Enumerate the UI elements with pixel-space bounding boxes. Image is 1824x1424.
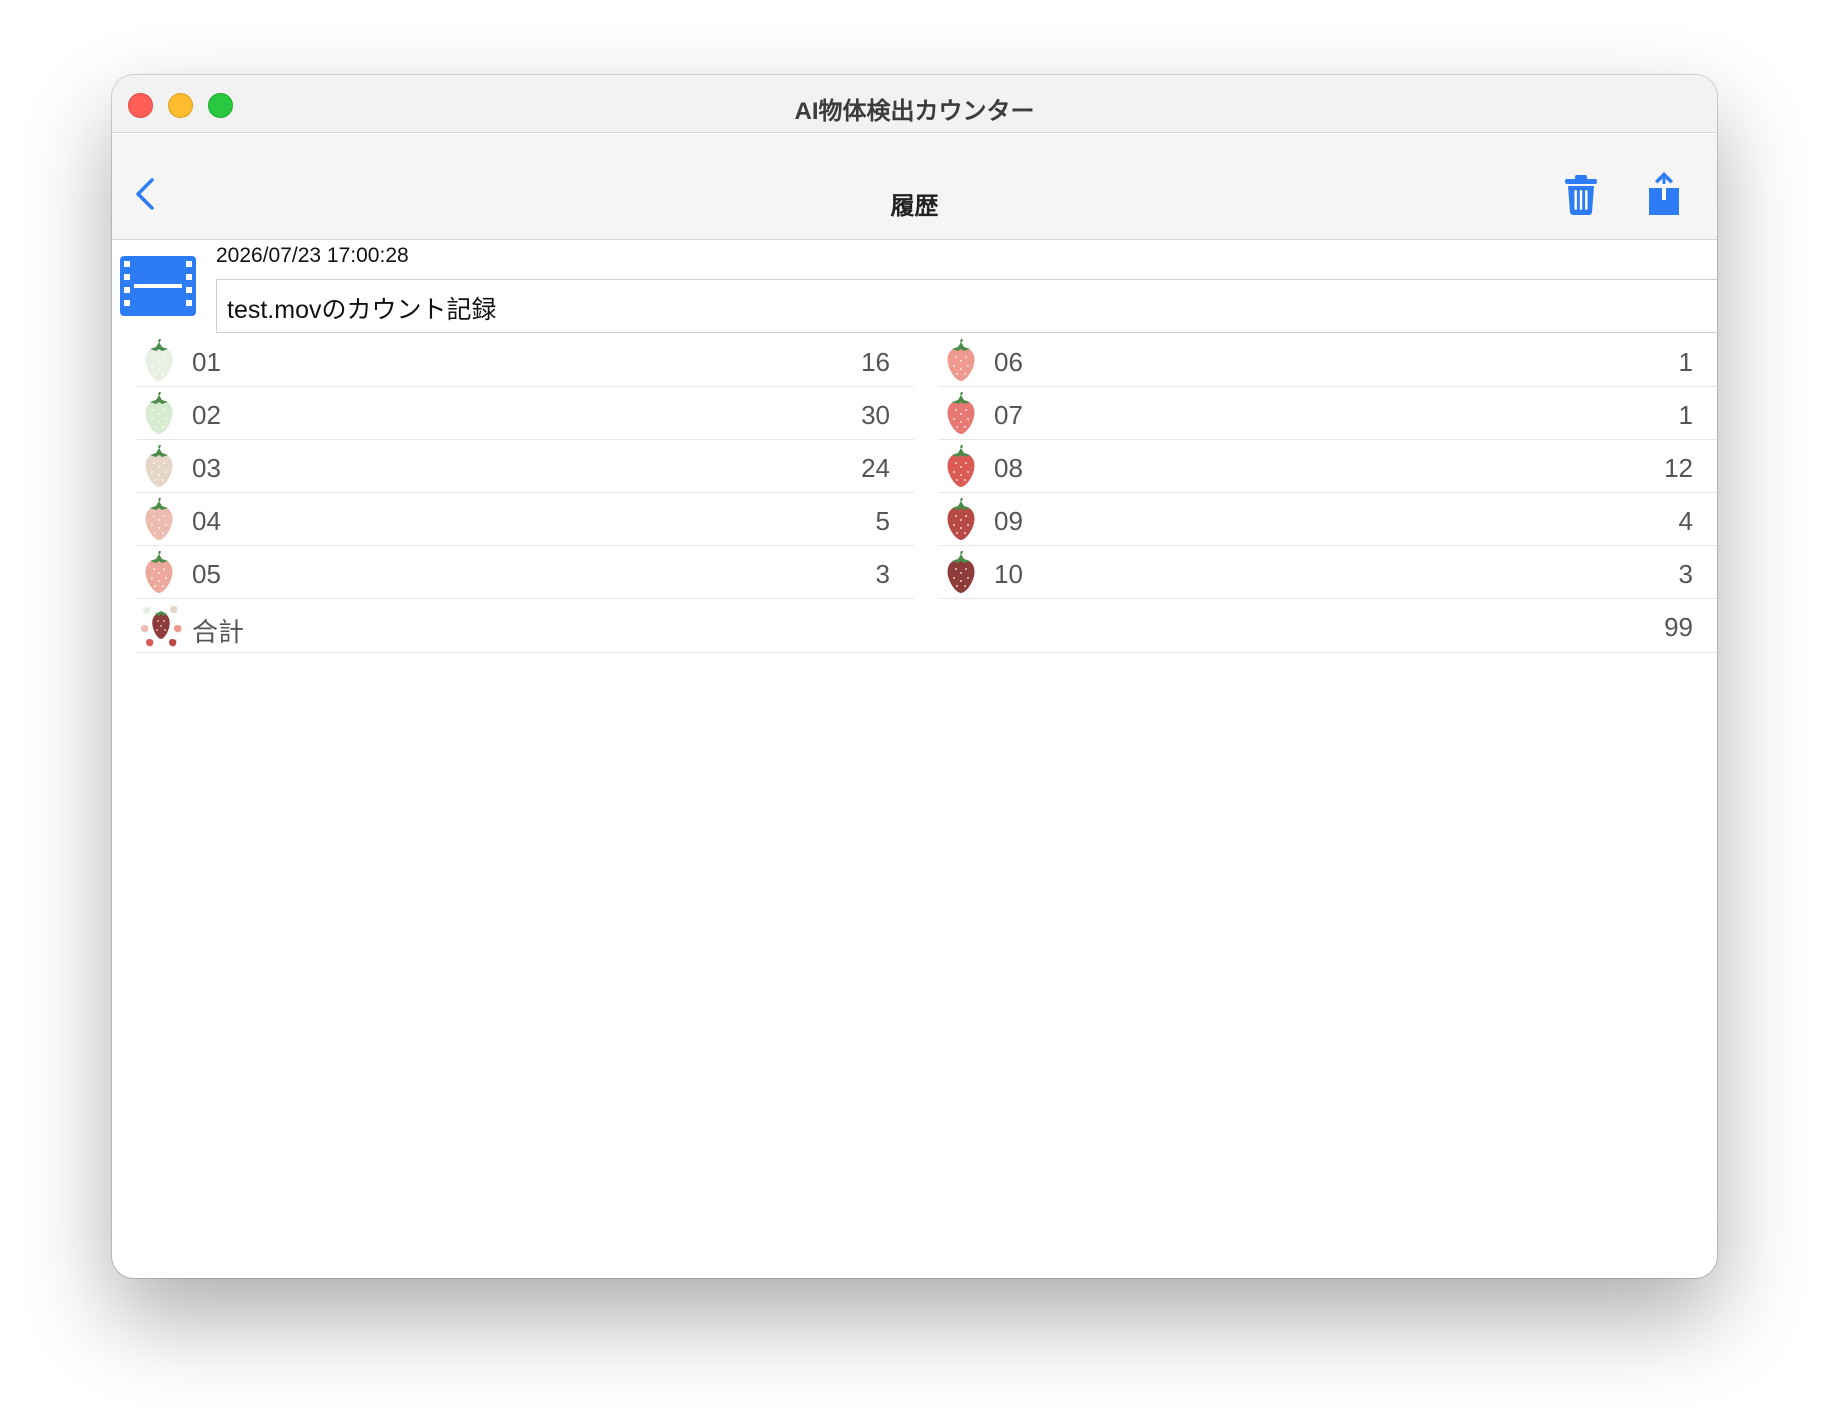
- count-row: 02 30: [136, 387, 914, 440]
- navigation-bar: 履歴: [112, 134, 1717, 240]
- total-count: 99: [1664, 612, 1693, 642]
- count-row: 10 3: [938, 546, 1717, 599]
- count-row: 07 1: [938, 387, 1717, 440]
- count-label: 02: [192, 400, 221, 430]
- count-label: 08: [994, 453, 1023, 483]
- count-label: 01: [192, 347, 221, 377]
- count-value: 1: [1678, 347, 1693, 377]
- total-label: 合計: [192, 617, 245, 647]
- window-title: AI物体検出カウンター: [794, 98, 1035, 125]
- count-value: 16: [861, 347, 890, 377]
- strawberry-icon: [947, 392, 975, 434]
- record-header: 2026/07/23 17:00:28 test.movのカウント記録: [112, 241, 1717, 341]
- trash-icon[interactable]: [1562, 174, 1600, 216]
- count-label: 05: [192, 559, 221, 589]
- strawberry-icon: [947, 551, 975, 593]
- title-bar: AI物体検出カウンター: [112, 75, 1717, 133]
- count-value: 1: [1678, 400, 1693, 430]
- share-icon[interactable]: [1646, 172, 1682, 216]
- count-label: 10: [994, 559, 1023, 589]
- strawberry-icon: [947, 498, 975, 540]
- count-label: 07: [994, 400, 1023, 430]
- strawberry-icon: [145, 445, 173, 487]
- record-timestamp: 2026/07/23 17:00:28: [216, 244, 409, 267]
- count-label: 09: [994, 506, 1023, 536]
- count-label: 04: [192, 506, 221, 536]
- app-window: AI物体検出カウンター 履歴 2026/07/23 17:00:28 test.…: [112, 75, 1717, 1278]
- count-row: 05 3: [136, 546, 914, 599]
- count-column-left: 01 16 02 30 03 24 04 5 05 3: [136, 334, 914, 599]
- count-value: 5: [875, 506, 890, 536]
- strawberry-cluster-icon: [140, 606, 182, 647]
- record-title-field[interactable]: test.movのカウント記録: [216, 279, 1717, 333]
- count-row: 01 16: [136, 334, 914, 387]
- count-value: 4: [1678, 506, 1693, 536]
- count-value: 3: [875, 559, 890, 589]
- strawberry-icon: [145, 339, 173, 381]
- count-row: 03 24: [136, 440, 914, 493]
- count-row: 06 1: [938, 334, 1717, 387]
- count-value: 30: [861, 400, 890, 430]
- count-label: 03: [192, 453, 221, 483]
- count-label: 06: [994, 347, 1023, 377]
- strawberry-icon: [947, 339, 975, 381]
- count-column-right: 06 1 07 1 08 12 09 4 10 3: [938, 334, 1717, 599]
- page-title: 履歴: [890, 193, 939, 220]
- strawberry-icon: [145, 498, 173, 540]
- strawberry-icon: [145, 551, 173, 593]
- count-value: 3: [1678, 559, 1693, 589]
- count-value: 24: [861, 453, 890, 483]
- strawberry-icon: [947, 445, 975, 487]
- strawberry-icon: [145, 392, 173, 434]
- count-row: 08 12: [938, 440, 1717, 493]
- count-value: 12: [1664, 453, 1693, 483]
- total-row: 合計 99: [136, 599, 1717, 653]
- film-icon: [120, 256, 196, 316]
- count-row: 09 4: [938, 493, 1717, 546]
- count-row: 04 5: [136, 493, 914, 546]
